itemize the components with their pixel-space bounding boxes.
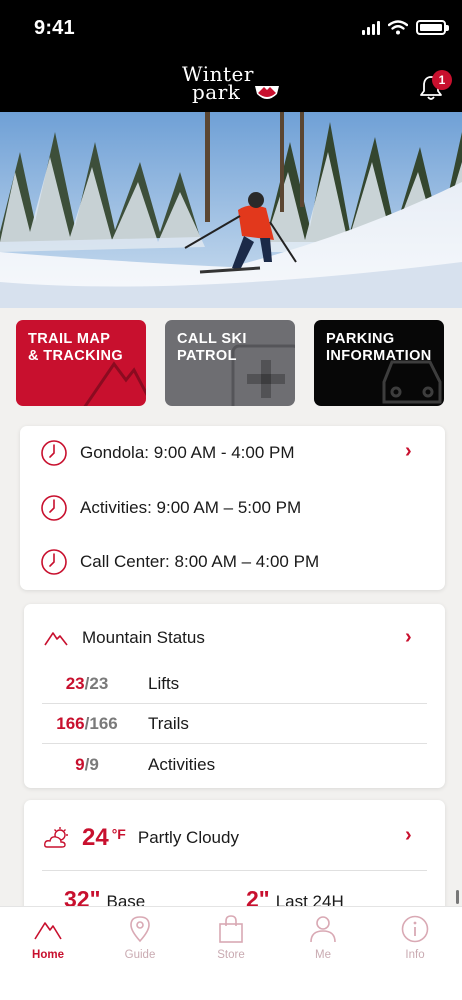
hours-row-gondola[interactable]: Gondola: 9:00 AM - 4:00 PM [40,438,295,468]
status-row-trails: 166/166 Trails [42,704,427,744]
status-count: 23/23 [42,674,132,694]
hours-time: 9:00 AM - 4:00 PM [153,443,295,462]
chevron-right-icon[interactable]: › [405,824,412,847]
status-row-lifts: 23/23 Lifts [42,664,427,704]
call-ski-patrol-tile[interactable]: CALL SKI PATROL [165,320,295,406]
mountain-status-title: Mountain Status [82,628,205,647]
info-icon [401,915,429,943]
status-label: Trails [148,713,189,733]
tab-label: Info [405,949,425,961]
status-open-count: 23 [65,673,85,693]
status-count: 9/9 [42,755,132,775]
status-total-count: /166 [84,713,118,733]
operating-hours-card: Gondola: 9:00 AM - 4:00 PM › Activities:… [20,426,445,590]
partly-cloudy-icon [44,827,68,848]
hours-name: Call Center [80,552,166,571]
mountain-icon [34,922,62,940]
parking-information-tile[interactable]: PARKING INFORMATION [314,320,444,406]
tab-info[interactable]: Info [380,915,450,961]
call-ski-patrol-tile-label: CALL SKI PATROL [177,331,247,364]
battery-icon [416,20,449,35]
notification-badge: 1 [432,70,452,90]
status-label: Lifts [148,673,180,693]
weather-condition: Partly Cloudy [137,828,239,847]
status-time: 9:41 [34,17,75,39]
wifi-icon [388,20,408,35]
hero-skier-image [0,112,462,308]
tab-label: Guide [124,949,156,961]
parking-information-tile-label: PARKING INFORMATION [326,331,432,364]
clock-icon [41,549,67,575]
hours-separator: : [147,498,152,517]
trail-map-tile[interactable]: TRAIL MAP & TRACKING [16,320,146,406]
hours-time: 8:00 AM – 4:00 PM [174,552,320,571]
scrollbar-thumb[interactable] [456,890,459,904]
person-icon [310,916,336,943]
status-label: Activities [148,755,216,774]
mountain-icon [44,632,68,646]
chevron-right-icon[interactable]: › [405,440,412,463]
logo-mountain-icon [255,86,279,99]
mountain-status-card[interactable]: Mountain Status › 23/23 Lifts 166/166 Tr… [24,604,445,788]
weather-header: 24 °F Partly Cloudy [44,824,239,852]
hours-name: Activities [80,498,148,517]
bottom-tab-bar: Home Guide Store Me Info [0,906,462,1000]
hours-separator: : [165,552,170,571]
top-bar: 9:41 Winter park 1 [0,0,462,112]
map-pin-icon [130,916,150,943]
mountain-status-header: Mountain Status [44,628,205,648]
status-open-count: 166 [56,713,85,733]
status-row-activities: 9/9 Activities [42,745,427,785]
status-icons [362,20,449,35]
tab-label: Me [315,949,331,961]
hours-time: 9:00 AM – 5:00 PM [156,498,302,517]
status-total-count: /9 [84,755,99,774]
clock-icon [41,495,67,521]
status-open-count: 9 [75,755,85,774]
weather-temperature: 24 [82,824,109,851]
hours-row-activities: Activities: 9:00 AM – 5:00 PM [40,493,301,523]
tab-label: Store [217,949,245,961]
status-count: 166/166 [42,714,132,734]
shopping-bag-icon [219,915,243,943]
hours-separator: : [144,443,150,462]
tab-label: Home [32,949,64,961]
hours-name: Gondola [80,443,145,462]
logo-text-line2: park [192,80,241,104]
tab-guide[interactable]: Guide [105,915,175,961]
cellular-signal-icon [362,20,380,35]
weather-divider [42,870,427,871]
tab-store[interactable]: Store [196,915,266,961]
trail-map-tile-label: TRAIL MAP & TRACKING [28,331,124,364]
tab-me[interactable]: Me [288,915,358,961]
chevron-right-icon[interactable]: › [405,626,412,649]
clock-icon [41,440,67,466]
hours-row-call-center: Call Center: 8:00 AM – 4:00 PM [40,547,319,577]
status-total-count: /23 [84,673,109,693]
app-screen: 9:41 Winter park 1 TRAIL MAP & TRACKING … [0,0,462,1000]
tab-home[interactable]: Home [13,915,83,961]
winter-park-logo[interactable]: Winter park [178,62,284,106]
weather-temperature-unit: °F [111,826,126,842]
